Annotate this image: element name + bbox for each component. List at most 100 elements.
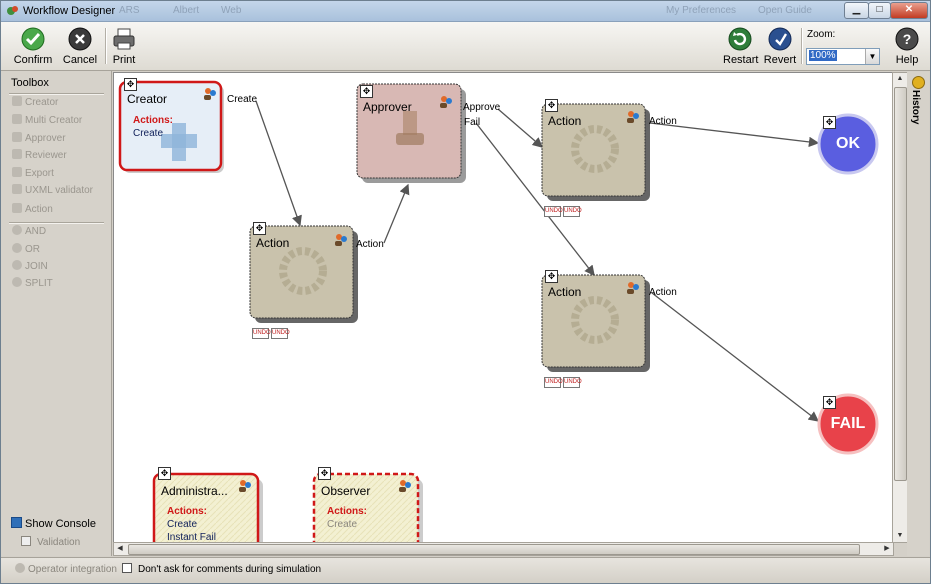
multi-creator-icon [12, 114, 22, 124]
print-button[interactable]: Print [110, 24, 138, 68]
checkbox-icon [122, 563, 132, 573]
confirm-icon [21, 27, 45, 51]
pencil-icon [12, 149, 22, 159]
edge-label-approve: Approve [463, 102, 501, 113]
show-console-toggle[interactable]: Show Console [11, 517, 96, 530]
connector-action1 [383, 183, 410, 244]
title-bar: Workflow Designer ARS Albert Web My Pref… [1, 1, 930, 22]
toolbox-item-uxml-validator[interactable]: UXML validator [12, 184, 93, 198]
move-handle-icon[interactable]: ✥ [253, 222, 266, 235]
split-icon [12, 277, 22, 287]
move-handle-icon[interactable]: ✥ [823, 116, 836, 129]
scrollbar-thumb[interactable] [894, 87, 907, 481]
status-bar: Operator integration Don't ask for comme… [1, 557, 930, 583]
toolbox-item-multi-creator[interactable]: Multi Creator [12, 114, 82, 128]
connector-approve [497, 108, 543, 148]
undo-port[interactable]: UNDO [563, 377, 582, 388]
operator-integration-button[interactable]: Operator integration [15, 563, 117, 575]
ghost-text: Web [221, 5, 242, 16]
users-icon[interactable] [626, 110, 640, 124]
toolbox-item-action[interactable]: Action [12, 203, 53, 217]
scroll-left-icon[interactable]: ◀ [114, 543, 126, 555]
svg-text:?: ? [903, 31, 912, 47]
users-icon[interactable] [439, 95, 453, 109]
move-handle-icon[interactable]: ✥ [545, 99, 558, 112]
help-icon: ? [895, 27, 919, 51]
toolbox-item-export[interactable]: Export [12, 167, 54, 181]
scroll-up-icon[interactable]: ▲ [893, 73, 907, 85]
zoom-value: 100% [809, 50, 837, 61]
validation-checkbox[interactable]: Validation [21, 536, 80, 548]
ghost-text: My Preferences [666, 5, 737, 16]
history-tab[interactable]: History [907, 72, 929, 556]
restart-icon [728, 27, 752, 51]
operator-icon [15, 563, 25, 573]
users-icon[interactable] [203, 87, 217, 101]
creator-icon [12, 96, 22, 106]
users-icon[interactable] [334, 233, 348, 247]
zoom-label: Zoom: [807, 29, 836, 40]
users-icon[interactable] [238, 479, 252, 493]
divider [9, 222, 104, 224]
minimize-button[interactable]: ▁ [844, 2, 869, 19]
export-icon [12, 167, 22, 177]
maximize-button[interactable]: □ [868, 2, 891, 19]
scroll-right-icon[interactable]: ▶ [881, 543, 893, 555]
toolbox-item-join[interactable]: JOIN [12, 260, 48, 274]
edge-label-action: Action [356, 239, 384, 250]
ghost-text: Albert [173, 5, 200, 16]
undo-port[interactable]: UNDO [544, 206, 563, 217]
document-icon [12, 184, 22, 194]
move-handle-icon[interactable]: ✥ [124, 78, 137, 91]
scroll-down-icon[interactable]: ▼ [893, 530, 907, 542]
revert-button[interactable]: Revert [763, 24, 797, 68]
users-icon[interactable] [398, 479, 412, 493]
connector-layer [118, 80, 879, 542]
users-icon[interactable] [626, 281, 640, 295]
undo-port[interactable]: UNDO [271, 328, 290, 339]
close-button[interactable]: ✕ [890, 2, 928, 19]
connector-action3 [651, 292, 820, 422]
edge-label-action: Action [649, 287, 677, 298]
zoom-select[interactable]: 100% ▼ [806, 48, 880, 65]
toolbox-item-reviewer[interactable]: Reviewer [12, 149, 67, 163]
confirm-button[interactable]: Confirm [13, 24, 53, 68]
divider [9, 93, 104, 95]
help-button[interactable]: ? Help [891, 24, 923, 68]
undo-port[interactable]: UNDO [544, 377, 563, 388]
toolbox-panel: Toolbox Creator Multi Creator Approver R… [1, 71, 112, 556]
cancel-button[interactable]: Cancel [61, 24, 99, 68]
ghost-text: ARS [119, 5, 140, 16]
move-handle-icon[interactable]: ✥ [360, 85, 373, 98]
move-handle-icon[interactable]: ✥ [158, 467, 171, 480]
horizontal-scrollbar[interactable]: ◀ ▶ [113, 542, 894, 556]
dont-ask-checkbox[interactable]: Don't ask for comments during simulation [122, 563, 321, 575]
toolbox-item-and[interactable]: AND [12, 225, 46, 239]
chevron-down-icon[interactable]: ▼ [865, 49, 879, 64]
toolbox-item-or[interactable]: OR [12, 243, 40, 257]
history-label: History [910, 90, 921, 125]
move-handle-icon[interactable]: ✥ [545, 270, 558, 283]
edge-label-create: Create [227, 94, 258, 105]
toolbar: Confirm Cancel Print Restart Revert Zoom… [1, 22, 930, 71]
toolbox-item-split[interactable]: SPLIT [12, 277, 53, 291]
toolbox-item-approver[interactable]: Approver [12, 132, 66, 146]
toolbar-separator [105, 28, 107, 64]
toolbar-separator [801, 28, 803, 64]
cancel-icon [68, 27, 92, 51]
checkbox-icon [21, 536, 31, 546]
connector-create [255, 100, 302, 227]
workflow-canvas[interactable]: Creator Actions: Create ✥ Create Approve… [113, 72, 893, 543]
toolbox-item-creator[interactable]: Creator [12, 96, 58, 110]
restart-button[interactable]: Restart [723, 24, 758, 68]
move-handle-icon[interactable]: ✥ [318, 467, 331, 480]
undo-port[interactable]: UNDO [563, 206, 582, 217]
move-handle-icon[interactable]: ✥ [823, 396, 836, 409]
gear-icon [12, 203, 22, 213]
toolbox-header: Toolbox [11, 77, 49, 89]
scrollbar-thumb[interactable] [128, 544, 860, 555]
printer-icon [113, 28, 135, 50]
vertical-scrollbar[interactable]: ▲ ▼ [892, 72, 908, 543]
undo-port[interactable]: UNDO [252, 328, 271, 339]
console-icon [11, 517, 22, 528]
